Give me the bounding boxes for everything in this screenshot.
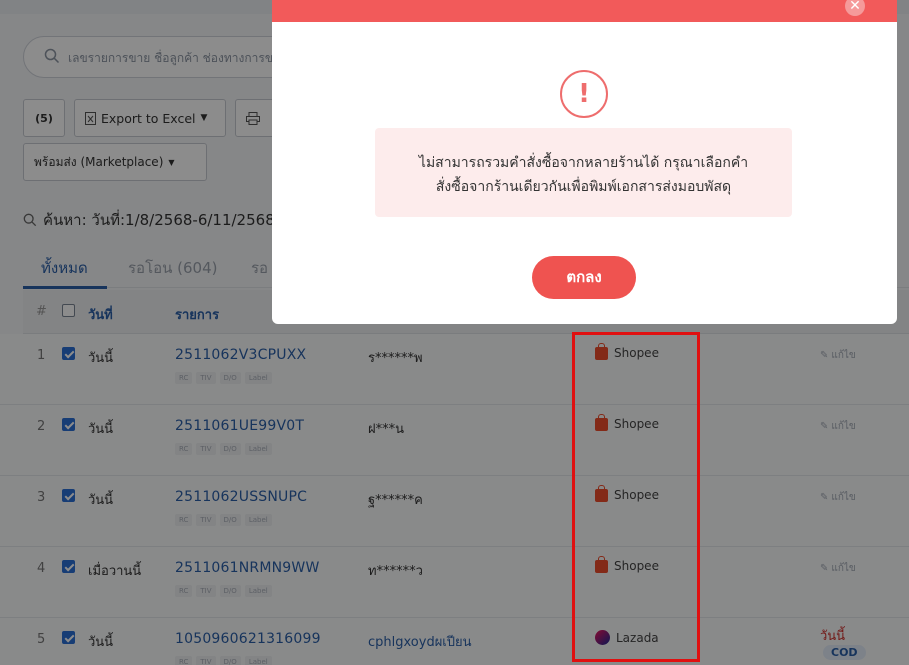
exclamation-icon: ! [560, 70, 608, 118]
dialog-header [272, 0, 897, 22]
error-dialog: ✕ ! ไม่สามารถรวมคำสั่งซื้อจากหลายร้านได้… [272, 0, 897, 324]
channel-highlight-box [572, 332, 700, 662]
error-message: ไม่สามารถรวมคำสั่งซื้อจากหลายร้านได้ กรุ… [375, 128, 792, 217]
error-message-line-2: สั่งซื้อจากร้านเดียวกันเพื่อพิมพ์เอกสารส… [435, 179, 732, 195]
error-message-line-1: ไม่สามารถรวมคำสั่งซื้อจากหลายร้านได้ กรุ… [418, 155, 749, 171]
ok-button[interactable]: ตกลง [532, 256, 636, 299]
